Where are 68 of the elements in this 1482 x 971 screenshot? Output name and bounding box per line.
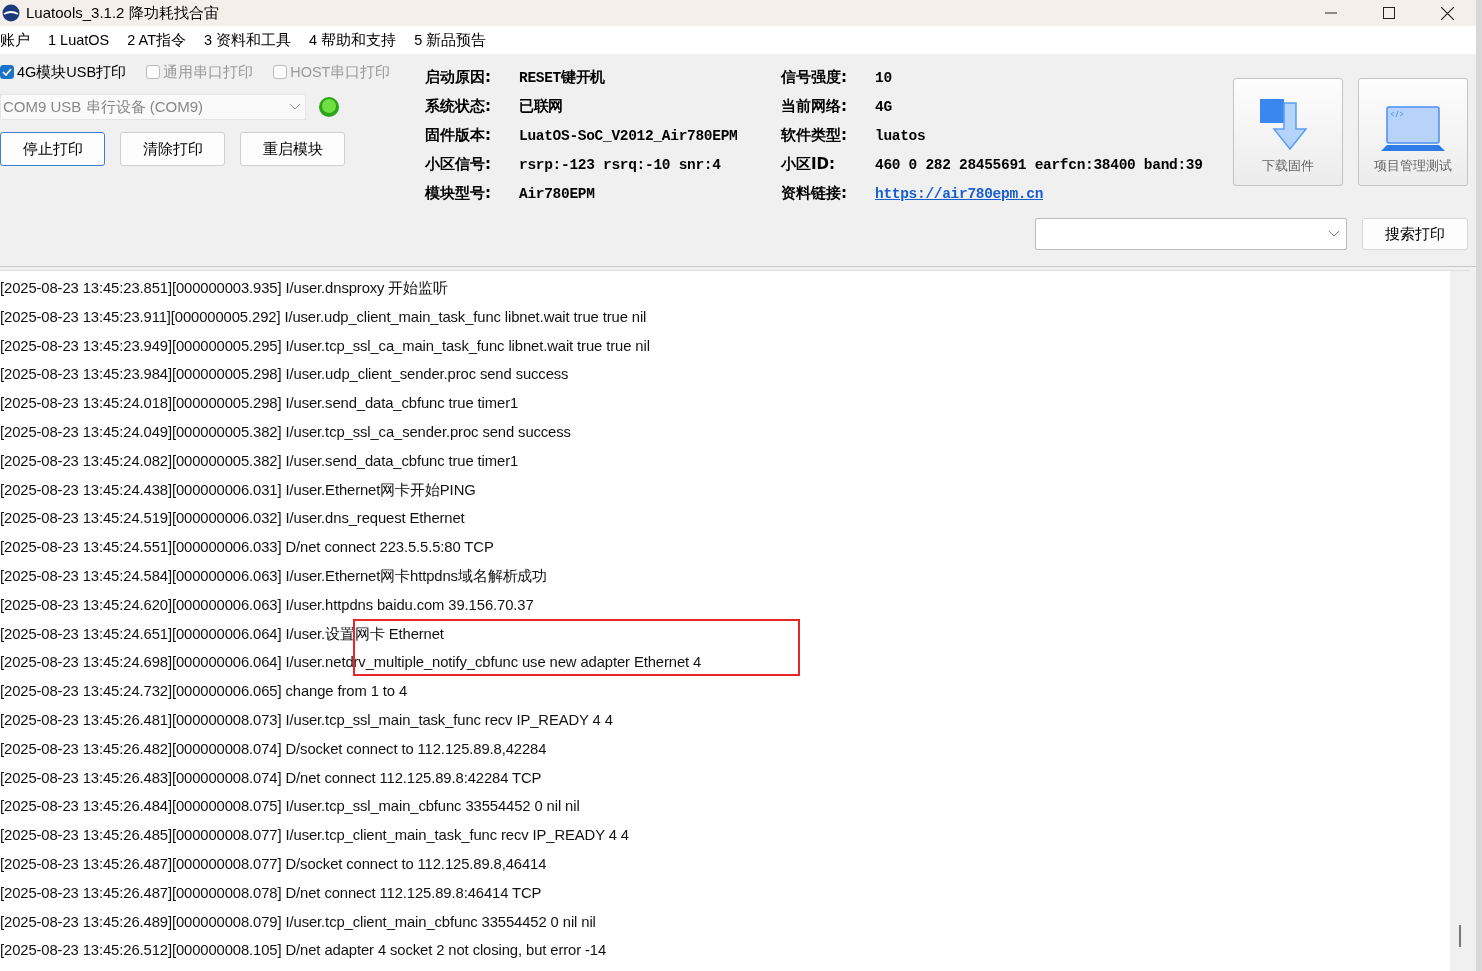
log-line: [2025-08-23 13:45:24.651][000000006.064] I/user.设置网卡 Ethernet <box>0 624 444 644</box>
info-label: 启动原因: <box>425 68 492 87</box>
action-button[interactable]: 停止打印 <box>0 132 105 166</box>
print-option-checkbox[interactable]: 4G模块USB打印 <box>0 62 127 82</box>
info-value: rsrp:-123 rsrq:-10 snr:4 <box>519 156 722 173</box>
log-line: [2025-08-23 13:45:26.481][000000008.073] I/user.tcp_ssl_main_task_func recv IP_READY 4 4 <box>0 710 613 730</box>
app-logo-icon <box>2 4 20 22</box>
info-label: 小区信号: <box>425 155 492 174</box>
laptop-icon <box>1381 105 1445 151</box>
info-value: 4G <box>875 98 893 115</box>
log-line: [2025-08-23 13:45:24.018][000000005.298] I/user.send_data_cbfunc true timer1 <box>0 394 519 414</box>
info-label: 当前网络: <box>781 97 848 116</box>
log-line: [2025-08-23 13:45:26.487][000000008.078] D/net connect 112.125.89.8:46414 TCP <box>0 883 542 903</box>
search-select[interactable] <box>1035 218 1347 250</box>
maximize-icon <box>1383 7 1395 19</box>
log-line: [2025-08-23 13:45:23.911][000000005.292] I/user.udp_client_main_task_func libnet.wait true true nil <box>0 307 647 327</box>
menu-item[interactable]: 3 资料和工具 <box>195 30 301 50</box>
checkmark-icon <box>2 67 12 77</box>
log-line: [2025-08-23 13:45:26.489][000000008.079] I/user.tcp_client_main_cbfunc 33554452 0 nil nil <box>0 912 596 932</box>
info-label: 模块型号: <box>425 184 492 203</box>
info-value: 10 <box>875 69 893 86</box>
menu-item[interactable]: 1 LuatOS <box>39 32 119 48</box>
log-line: [2025-08-23 13:45:26.483][000000008.074] D/net connect 112.125.89.8:42284 TCP <box>0 768 542 788</box>
menu-item[interactable]: 账户 <box>0 30 39 50</box>
menu-item[interactable]: 5 新品预告 <box>405 30 496 50</box>
log-line: [2025-08-23 13:45:26.487][000000008.077] D/socket connect to 112.125.89.8,46414 <box>0 854 547 874</box>
tool-button[interactable]: 项目管理测试 <box>1358 78 1468 186</box>
log-line: [2025-08-23 13:45:26.485][000000008.077] I/user.tcp_client_main_task_func recv IP_READY 4 4 <box>0 826 629 846</box>
window-title: Luatools_3.1.2 降功耗找合宙 <box>26 3 220 23</box>
port-select[interactable]: COM9 USB 串行设备 (COM9) <box>0 94 306 120</box>
log-line: [2025-08-23 13:45:24.551][000000006.033] D/net connect 223.5.5.5:80 TCP <box>0 538 494 558</box>
docs-link[interactable]: https://air780epm.cn <box>875 185 1203 202</box>
menu-item[interactable]: 4 帮助和支持 <box>300 30 406 50</box>
log-line: [2025-08-23 13:45:26.484][000000008.075] I/user.tcp_ssl_main_cbfunc 33554452 0 nil nil <box>0 797 580 817</box>
info-value: Air780EPM <box>519 185 596 202</box>
info-label: 系统状态: <box>425 97 492 116</box>
info-value: luatos <box>875 127 927 144</box>
info-value: RESET键开机 <box>519 68 607 87</box>
menu-item[interactable]: 2 AT指令 <box>118 30 195 50</box>
info-label: 软件类型: <box>781 126 848 145</box>
log-line: [2025-08-23 13:45:24.049][000000005.382] I/user.tcp_ssl_ca_sender.proc send success <box>0 423 571 442</box>
info-value: 已联网 <box>519 97 565 116</box>
info-value: LuatOS-SoC_V2012_Air780EPM <box>519 127 739 144</box>
search-print-button[interactable]: 搜索打印 <box>1362 218 1468 250</box>
log-line: [2025-08-23 13:45:23.949][000000005.295] I/user.tcp_ssl_ca_main_task_func libnet.wait true true nil <box>0 336 650 356</box>
close-icon <box>1440 6 1454 20</box>
info-label: 小区ID: <box>781 155 837 174</box>
tool-button[interactable]: 下载固件 <box>1233 78 1343 186</box>
info-value: 460 0 282 28455691 earfcn:38400 band:39 <box>875 156 1203 173</box>
action-button[interactable]: 重启模块 <box>240 132 345 166</box>
info-label: 固件版本: <box>425 126 492 145</box>
log-line: [2025-08-23 13:45:24.438][000000006.031] I/user.Ethernet网卡开始PING <box>0 480 476 500</box>
action-button[interactable]: 清除打印 <box>120 132 225 166</box>
info-label: 信号强度: <box>781 68 848 87</box>
log-line: [2025-08-23 13:45:26.512][000000008.105] D/net adapter 4 socket 2 not closing, but error -14 <box>0 941 607 961</box>
log-line: [2025-08-23 13:45:23.984][000000005.298] I/user.udp_client_sender.proc send success <box>0 365 569 385</box>
log-line: [2025-08-23 13:45:24.620][000000006.063] I/user.httpdns baidu.com 39.156.70.37 <box>0 595 534 615</box>
log-line: [2025-08-23 13:45:24.732][000000006.065] change from 1 to 4 <box>0 682 408 702</box>
scrollbar[interactable] <box>1450 271 1470 971</box>
log-line: [2025-08-23 13:45:24.519][000000006.032] I/user.dns_request Ethernet <box>0 509 465 529</box>
status-light-icon <box>318 96 340 118</box>
log-line: [2025-08-23 13:45:24.584][000000006.063] I/user.Ethernet网卡httpdns域名解析成功 <box>0 566 548 586</box>
info-label: 资料链接: <box>781 184 848 203</box>
chevron-down-icon <box>289 103 301 111</box>
log-line: [2025-08-23 13:45:24.082][000000005.382] I/user.send_data_cbfunc true timer1 <box>0 451 519 471</box>
chevron-down-icon <box>1328 230 1340 238</box>
log-line: [2025-08-23 13:45:26.482][000000008.074] D/socket connect to 112.125.89.8,42284 <box>0 739 547 759</box>
log-line: [2025-08-23 13:45:23.851][000000003.935] I/user.dnsproxy 开始监听 <box>0 279 448 298</box>
